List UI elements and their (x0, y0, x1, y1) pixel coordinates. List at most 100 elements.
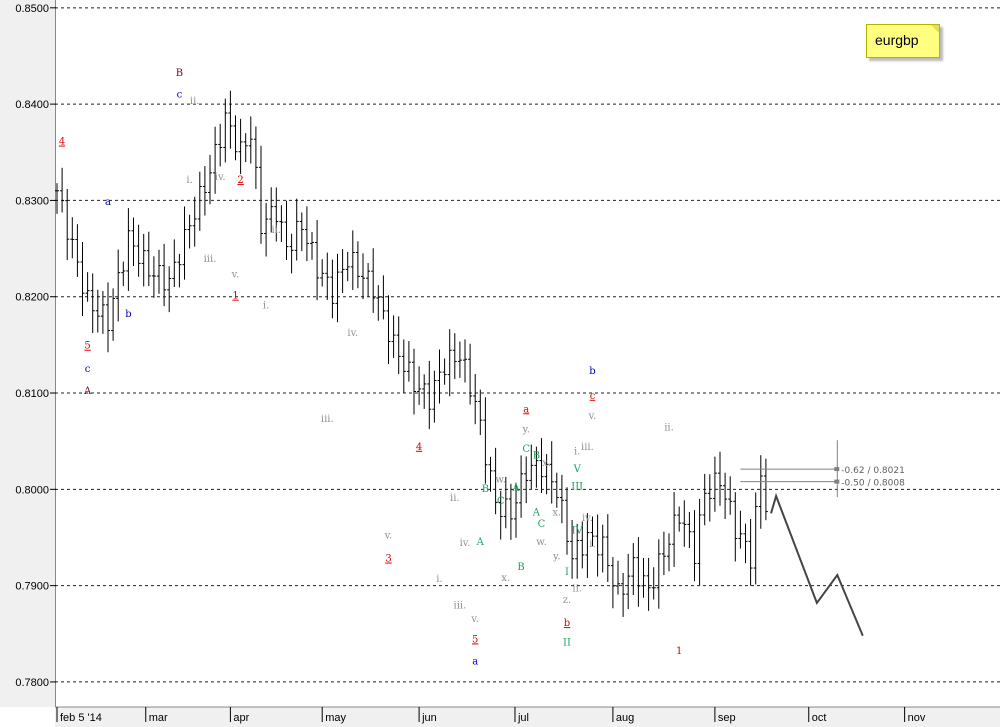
price-bar (151, 256, 156, 298)
price-bar (294, 198, 299, 261)
wave-label: B (176, 68, 183, 79)
price-bar (406, 341, 411, 382)
price-bar (616, 560, 620, 595)
wave-label: C (522, 444, 530, 455)
x-tick-label: mar (149, 712, 168, 724)
price-bar (376, 285, 381, 321)
price-bar (427, 360, 432, 430)
price-bar (345, 251, 350, 282)
price-bar (238, 118, 243, 175)
price-bar (743, 523, 748, 564)
price-bar (478, 389, 483, 436)
price-bar (228, 90, 233, 149)
price-bar (473, 374, 478, 425)
y-tick-label: 0.8300 (15, 195, 49, 207)
price-bar (172, 239, 177, 288)
price-bar (712, 456, 717, 512)
wave-label: i. (589, 539, 595, 550)
fib-level-label: -0.62 / 0.8021 (841, 466, 905, 476)
x-tick-label: feb 5 '14 (60, 712, 102, 724)
wave-label: i. (263, 300, 269, 311)
price-bar (600, 524, 605, 573)
price-bar (126, 208, 131, 291)
wave-label: x. (501, 573, 510, 584)
price-bar (437, 349, 442, 404)
x-tick-label: sep (718, 712, 736, 724)
x-tick-label: oct (812, 712, 827, 724)
wave-label: IV (572, 526, 584, 537)
price-bar (723, 472, 728, 520)
price-bar (483, 397, 488, 484)
wave-label: v. (384, 530, 393, 541)
price-bar (197, 171, 202, 231)
wave-label: 4 (59, 137, 65, 148)
price-bar (738, 510, 743, 549)
price-bar (289, 233, 294, 274)
x-tick-label: nov (908, 712, 926, 724)
price-bar (366, 263, 371, 298)
wave-label: C (497, 496, 505, 507)
price-bar (718, 451, 722, 506)
wave-label: iii. (454, 601, 467, 612)
projection-path (770, 492, 864, 637)
wave-label: iv. (460, 538, 471, 549)
wave-label: z. (563, 595, 571, 606)
wave-label: 1 (676, 646, 682, 657)
price-bar (401, 339, 406, 394)
price-chart[interactable]: 0.7800 0.7900 0.8000 0.8100 0.8200 0.8300 0.84… (0, 0, 1000, 727)
wave-label: v. (231, 269, 240, 280)
price-bar (202, 166, 207, 216)
wave-label: A (511, 483, 520, 494)
wave-label: iii. (581, 442, 594, 453)
wave-label: A (476, 537, 485, 548)
wave-label: x. (542, 458, 551, 469)
wave-label: iii. (321, 414, 334, 425)
x-tick-label: apr (233, 712, 249, 724)
price-bar (65, 188, 70, 261)
wave-label: b (589, 366, 595, 377)
symbol-note[interactable]: eurgbp (866, 24, 940, 58)
price-bar (753, 492, 758, 585)
wave-label: 1 (232, 291, 238, 302)
wave-label: a (472, 657, 478, 668)
wave-label: iv. (347, 328, 358, 339)
symbol-label: eurgbp (875, 32, 919, 48)
y-tick-label: 0.8500 (15, 3, 49, 15)
wave-label: 5 (472, 634, 478, 645)
wave-label: c (177, 89, 183, 100)
price-bar (141, 233, 146, 287)
price-bar (279, 205, 284, 243)
wave-label: 3 (385, 554, 391, 565)
price-bar (371, 248, 376, 313)
wave-label: A (532, 507, 541, 518)
price-bar (636, 537, 641, 607)
wave-label: III (571, 481, 583, 492)
wave-label: w. (536, 537, 547, 548)
price-bar (728, 476, 733, 515)
price-bar (626, 553, 631, 610)
wave-label: C (538, 519, 546, 530)
price-bar (412, 348, 416, 415)
y-tick-label: 0.7800 (15, 677, 49, 689)
price-bar (595, 514, 600, 577)
price-bar (442, 358, 447, 385)
wave-label: V (573, 464, 582, 475)
price-bar (381, 275, 386, 320)
price-bar (85, 272, 90, 302)
price-bar (733, 492, 738, 562)
price-bar (656, 539, 661, 609)
price-bar (549, 441, 554, 504)
price-bar (641, 557, 646, 598)
wave-label: i. (574, 447, 580, 458)
wave-label: iv. (215, 172, 226, 183)
wave-label: 5 (84, 341, 90, 352)
price-bar (758, 455, 763, 529)
price-bar (315, 220, 320, 301)
price-bar (707, 474, 712, 522)
price-bar (80, 242, 85, 316)
price-bar (208, 154, 212, 205)
price-bar (299, 212, 304, 252)
price-bar (325, 252, 330, 300)
price-bar (55, 183, 59, 214)
wave-label: B (533, 451, 540, 462)
